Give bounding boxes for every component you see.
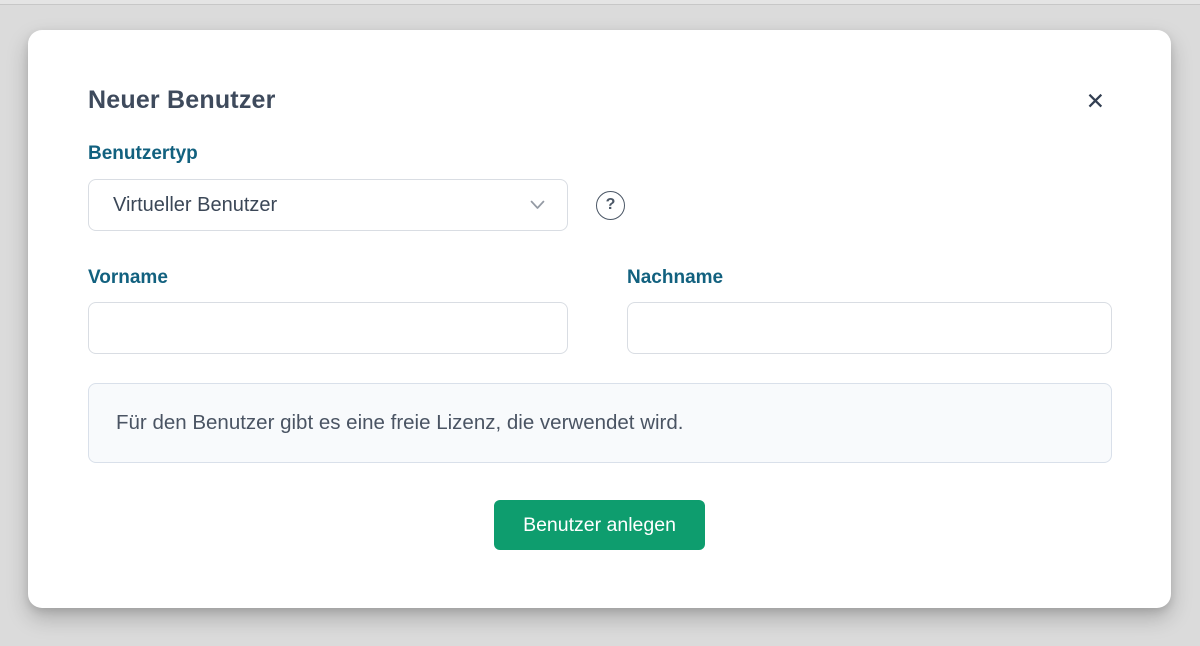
name-fields-row: Vorname Nachname — [88, 265, 1111, 354]
license-info-box: Für den Benutzer gibt es eine freie Lize… — [88, 383, 1112, 463]
license-info-text: Für den Benutzer gibt es eine freie Lize… — [116, 411, 683, 435]
vorname-label: Vorname — [88, 265, 568, 291]
dialog-footer: Benutzer anlegen — [88, 500, 1111, 550]
background-top-bar-edge — [0, 0, 1200, 5]
create-user-button[interactable]: Benutzer anlegen — [494, 500, 705, 550]
new-user-dialog: Neuer Benutzer ✕ Benutzertyp Virtueller … — [28, 30, 1171, 608]
benutzertyp-select[interactable]: Virtueller Benutzer — [88, 179, 568, 231]
chevron-down-icon — [530, 200, 545, 210]
dialog-header: Neuer Benutzer ✕ — [88, 86, 1111, 115]
nachname-label: Nachname — [627, 265, 1112, 291]
dialog-title: Neuer Benutzer — [88, 86, 276, 115]
close-icon[interactable]: ✕ — [1080, 88, 1111, 115]
nachname-input[interactable] — [627, 302, 1112, 354]
benutzertyp-selected-value: Virtueller Benutzer — [113, 194, 277, 217]
benutzertyp-row: Virtueller Benutzer ? — [88, 179, 1111, 231]
help-icon[interactable]: ? — [596, 191, 625, 220]
vorname-field-group: Vorname — [88, 265, 568, 354]
nachname-field-group: Nachname — [627, 265, 1112, 354]
vorname-input[interactable] — [88, 302, 568, 354]
benutzertyp-label: Benutzertyp — [88, 141, 1111, 167]
